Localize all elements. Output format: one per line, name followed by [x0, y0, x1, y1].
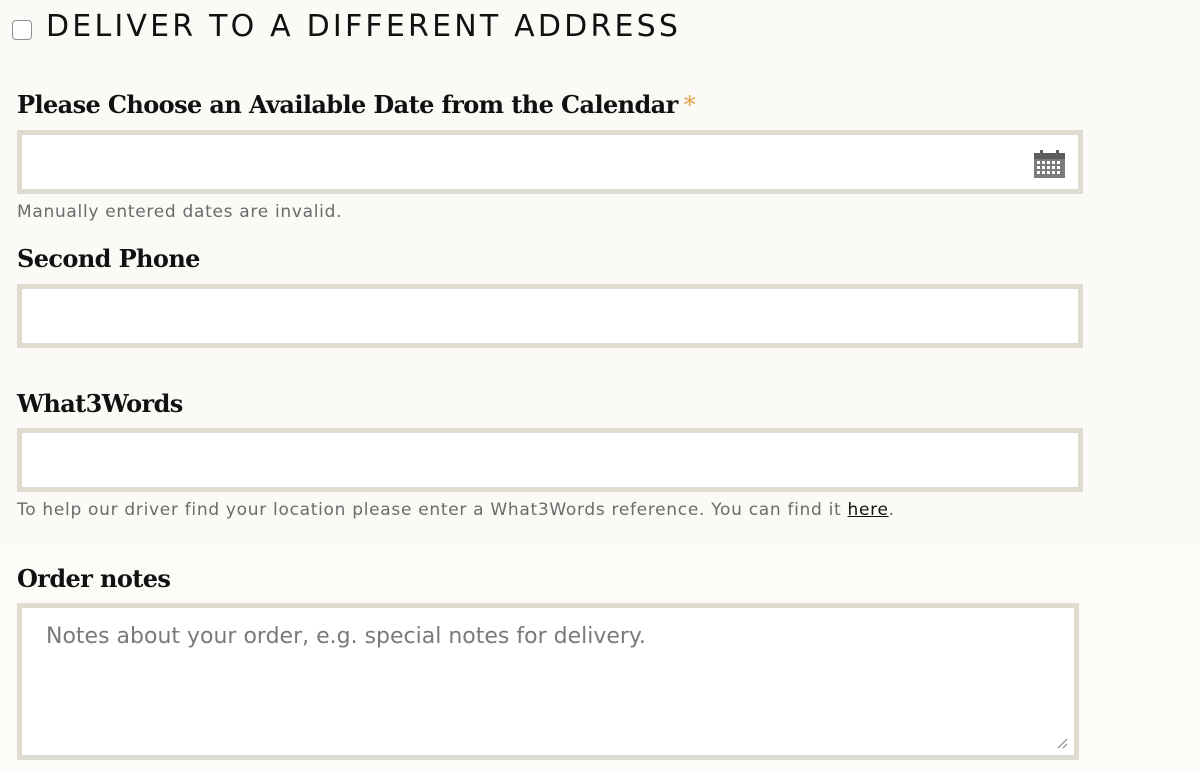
delivery-date-input[interactable] [22, 135, 1078, 189]
deliver-different-address-label[interactable]: DELIVER TO A DIFFERENT ADDRESS [46, 9, 681, 44]
what3words-label: What3Words [17, 389, 183, 418]
second-phone-label: Second Phone [17, 244, 200, 273]
what3words-help: To help our driver find your location pl… [17, 500, 895, 520]
delivery-date-field[interactable] [17, 130, 1083, 194]
what3words-help-text: To help our driver find your location pl… [17, 500, 848, 520]
deliver-different-address-row[interactable]: DELIVER TO A DIFFERENT ADDRESS [12, 6, 681, 46]
what3words-here-link[interactable]: here [848, 500, 889, 520]
what3words-field[interactable] [17, 428, 1083, 492]
required-marker: * [683, 91, 696, 119]
order-notes-label: Order notes [17, 564, 171, 593]
order-notes-textarea[interactable] [22, 608, 1074, 755]
second-phone-field[interactable] [17, 284, 1083, 348]
what3words-help-suffix: . [888, 500, 895, 520]
delivery-date-help: Manually entered dates are invalid. [17, 202, 343, 222]
delivery-date-label-text: Please Choose an Available Date from the… [17, 90, 678, 119]
what3words-input[interactable] [22, 433, 1078, 487]
deliver-different-address-checkbox[interactable] [12, 20, 32, 40]
delivery-date-label: Please Choose an Available Date from the… [17, 90, 696, 119]
order-notes-field[interactable] [17, 603, 1079, 760]
calendar-icon[interactable] [1033, 150, 1066, 179]
second-phone-input[interactable] [22, 289, 1078, 343]
resize-handle-icon[interactable] [1056, 737, 1068, 749]
